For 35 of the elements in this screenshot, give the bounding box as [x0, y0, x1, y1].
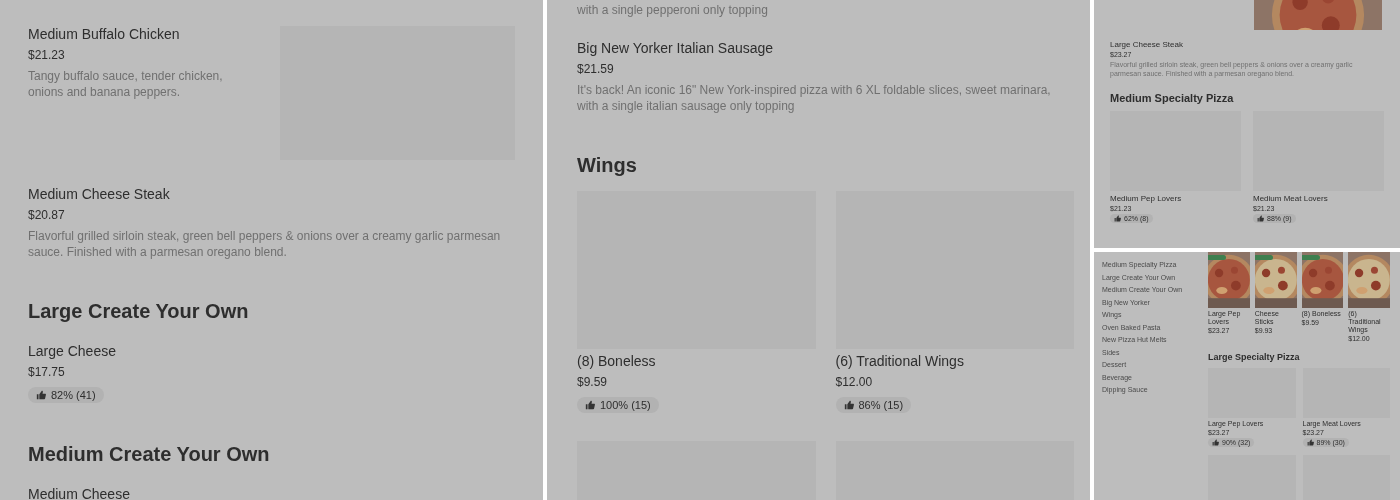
rating-text: 86% (15): [858, 399, 904, 411]
item-description: Tangy buffalo sauce, tender chicken, onions and banana peppers.: [28, 68, 224, 100]
item-description: Flavorful grilled sirloin steak, green bell peppers & onions over a creamy garlic parmesan sauce. Finished with a parmesan oregano blend.: [28, 228, 502, 260]
item-price: $20.87: [28, 208, 65, 222]
item-price: $12.00: [835, 375, 873, 389]
section-heading: Wings: [577, 154, 638, 177]
item-name[interactable]: Large Cheese Steak: [1110, 40, 1183, 49]
item-name[interactable]: Large Cheese: [28, 343, 116, 359]
thumbs-up-icon: [1212, 439, 1219, 446]
section-heading: Large Specialty Pizza: [1208, 352, 1301, 362]
item-description: with a single pepperoni only topping: [577, 2, 769, 18]
item-price: $21.23: [28, 48, 65, 62]
item-name[interactable]: (6) Traditional Wings: [835, 353, 964, 369]
item-name[interactable]: Medium Cheese Steak: [28, 186, 170, 202]
rating-text: 82% (41): [51, 389, 96, 401]
section-heading: Large Create Your Own: [28, 300, 250, 323]
item-price: $17.75: [28, 365, 65, 379]
rating-text: 100% (15): [600, 399, 651, 411]
item-name[interactable]: Medium Cheese: [28, 486, 130, 500]
item-name[interactable]: Medium Meat Lovers: [1253, 194, 1328, 203]
item-name[interactable]: (8) Boneless: [577, 353, 656, 369]
section-heading: Medium Specialty Pizza: [1110, 92, 1235, 104]
thumbs-up-icon: [36, 390, 46, 400]
item-name[interactable]: Medium Buffalo Chicken: [28, 26, 180, 42]
item-name[interactable]: Medium Pep Lovers: [1110, 194, 1182, 203]
thumbs-up-icon: [585, 400, 595, 410]
section-heading: Medium Create Your Own: [28, 443, 271, 466]
item-description: It's back! An iconic 16" New York-inspired pizza with 6 XL foldable slices, sweet marinara, with a single italian sausage only topping: [577, 82, 1052, 114]
thumbs-up-icon: [843, 400, 854, 410]
item-price: $9.59: [577, 375, 608, 389]
thumbs-up-icon: [1306, 439, 1314, 446]
thumbs-up-icon: [1257, 215, 1264, 222]
item-price: $21.59: [577, 62, 614, 76]
item-name[interactable]: Big New Yorker Italian Sausage: [577, 40, 774, 56]
thumbs-up-icon: [1114, 215, 1121, 222]
